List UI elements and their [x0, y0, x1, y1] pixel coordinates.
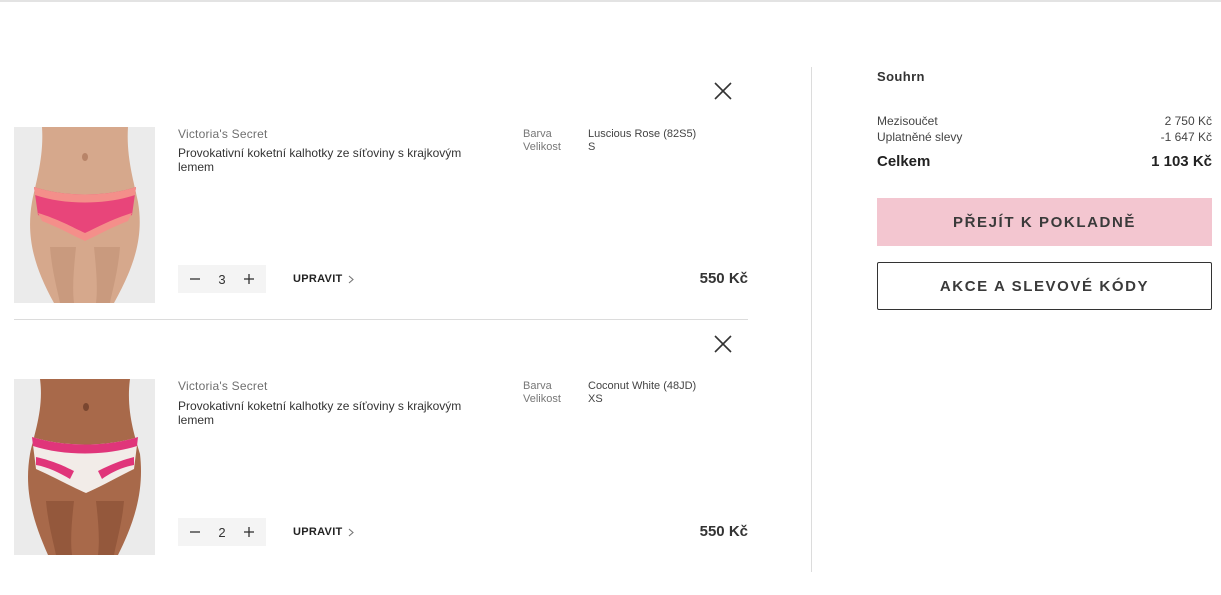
- close-icon: [714, 82, 732, 100]
- checkout-button[interactable]: PŘEJÍT K POKLADNĚ: [877, 198, 1212, 246]
- minus-icon: [190, 531, 200, 533]
- column-divider: [811, 67, 812, 572]
- quantity-increase-button[interactable]: [242, 272, 256, 286]
- close-icon: [714, 335, 732, 353]
- quantity-stepper: 3: [178, 265, 266, 293]
- quantity-stepper: 2: [178, 518, 266, 546]
- product-name[interactable]: Provokativní koketní kalhotky ze síťovin…: [178, 146, 488, 174]
- product-attribute-labels: Barva Velikost: [523, 128, 561, 154]
- product-attribute-labels: Barva Velikost: [523, 380, 561, 406]
- size-value: XS: [588, 393, 603, 405]
- size-value: S: [588, 141, 596, 153]
- product-name[interactable]: Provokativní koketní kalhotky ze síťovin…: [178, 399, 488, 427]
- color-label: Barva: [523, 128, 552, 140]
- quantity-value: 2: [218, 524, 226, 540]
- quantity-decrease-button[interactable]: [188, 525, 202, 539]
- subtotal-row: Mezisoučet 2 750 Kč: [877, 114, 1212, 128]
- cart-item: Victoria's Secret Provokativní koketní k…: [14, 67, 748, 320]
- color-label: Barva: [523, 380, 552, 392]
- edit-label: UPRAVIT: [293, 273, 343, 285]
- product-brand: Victoria's Secret: [178, 127, 268, 141]
- product-photo: [14, 379, 155, 555]
- promo-codes-button[interactable]: AKCE A SLEVOVÉ KÓDY: [877, 262, 1212, 310]
- color-value: Luscious Rose (82S5): [588, 128, 697, 140]
- remove-item-button[interactable]: [712, 333, 734, 355]
- cart-item: Victoria's Secret Provokativní koketní k…: [14, 320, 748, 573]
- product-attribute-values: Coconut White (48JD) XS: [588, 380, 696, 406]
- edit-item-link[interactable]: UPRAVIT: [293, 526, 354, 538]
- edit-label: UPRAVIT: [293, 526, 343, 538]
- quantity-increase-button[interactable]: [242, 525, 256, 539]
- product-attribute-values: Luscious Rose (82S5) S: [588, 128, 696, 154]
- total-value: 1 103 Kč: [1151, 153, 1212, 170]
- product-photo: [14, 127, 155, 303]
- subtotal-label: Mezisoučet: [877, 114, 938, 128]
- subtotal-value: 2 750 Kč: [1164, 114, 1212, 128]
- size-label: Velikost: [523, 393, 561, 405]
- quantity-decrease-button[interactable]: [188, 272, 202, 286]
- discount-value: -1 647 Kč: [1160, 130, 1212, 144]
- edit-item-link[interactable]: UPRAVIT: [293, 273, 354, 285]
- cart-items: Victoria's Secret Provokativní koketní k…: [14, 67, 748, 573]
- size-label: Velikost: [523, 141, 561, 153]
- item-price: 550 Kč: [699, 523, 748, 540]
- summary-title: Souhrn: [877, 69, 925, 84]
- chevron-right-icon: [348, 528, 354, 536]
- minus-icon: [190, 278, 200, 280]
- chevron-right-icon: [348, 275, 354, 283]
- top-divider: [0, 0, 1221, 2]
- color-value: Coconut White (48JD): [588, 380, 697, 392]
- product-image[interactable]: [14, 379, 155, 555]
- quantity-value: 3: [218, 271, 226, 287]
- product-brand: Victoria's Secret: [178, 379, 268, 393]
- item-price: 550 Kč: [699, 270, 748, 287]
- discount-label: Uplatněné slevy: [877, 130, 963, 144]
- total-label: Celkem: [877, 153, 931, 170]
- discount-row: Uplatněné slevy -1 647 Kč: [877, 130, 1212, 144]
- total-row: Celkem 1 103 Kč: [877, 153, 1212, 170]
- plus-icon: [243, 274, 254, 284]
- plus-icon: [243, 527, 254, 537]
- remove-item-button[interactable]: [712, 80, 734, 102]
- product-image[interactable]: [14, 127, 155, 303]
